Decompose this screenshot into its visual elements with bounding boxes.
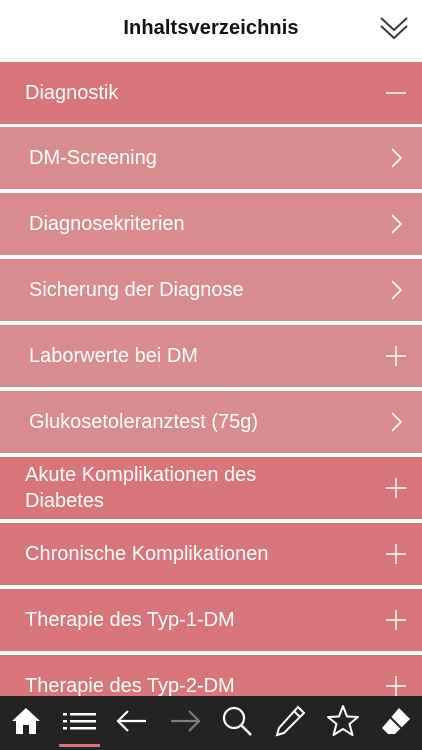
toc-item-label: Therapie des Typ-1-DM (25, 609, 235, 631)
toc-item-label: Laborwerte bei DM (29, 345, 198, 367)
toc-item-label: Sicherung der Diagnose (29, 279, 244, 301)
toc-item-label: Therapie des Typ-2-DM (25, 675, 235, 696)
toc-list: Diagnostik DM-Screening Diagnosekriterie… (0, 59, 422, 696)
toc-section-item[interactable]: Akute Komplikationen des Diabetes (0, 457, 422, 519)
toc-section-item[interactable]: Therapie des Typ-2-DM (0, 655, 422, 696)
back-arrow-icon (115, 704, 149, 743)
chevron-right-icon (384, 212, 408, 236)
plus-icon (384, 476, 408, 500)
forward-arrow-icon (168, 704, 202, 743)
toc-section-item[interactable]: Chronische Komplikationen (0, 523, 422, 585)
toc-section-item[interactable]: Therapie des Typ-1-DM (0, 589, 422, 651)
tab-forward[interactable] (158, 696, 211, 750)
home-icon (9, 704, 43, 743)
page-title: Inhaltsverzeichnis (123, 17, 299, 39)
toc-subitem[interactable]: Diagnosekriterien (0, 193, 422, 255)
toc-subitem[interactable]: Sicherung der Diagnose (0, 259, 422, 321)
tab-eraser[interactable] (369, 696, 422, 750)
plus-icon (384, 542, 408, 566)
tab-back[interactable] (106, 696, 159, 750)
tab-search[interactable] (211, 696, 264, 750)
double-chevron-down-icon[interactable] (378, 14, 410, 44)
chevron-right-icon (384, 278, 408, 302)
toc-item-label: Diagnostik (25, 82, 119, 104)
bottom-toolbar (0, 696, 422, 750)
plus-icon (384, 344, 408, 368)
toc-item-label: Chronische Komplikationen (25, 543, 269, 565)
toc-section-item[interactable]: Diagnostik (0, 62, 422, 124)
tab-contents[interactable] (53, 696, 106, 750)
tab-favorites[interactable] (317, 696, 370, 750)
toc-item-label: Glukosetoleranztest (75g) (29, 411, 259, 433)
tab-notes[interactable] (264, 696, 317, 750)
toc-subitem[interactable]: Laborwerte bei DM (0, 325, 422, 387)
plus-icon (384, 608, 408, 632)
toc-item-label: Akute Komplikationen des Diabetes (25, 464, 257, 512)
chevron-right-icon (384, 146, 408, 170)
toc-item-label: Diagnosekriterien (29, 213, 185, 235)
eraser-icon (379, 704, 413, 743)
tab-home[interactable] (0, 696, 53, 750)
list-icon (62, 704, 97, 743)
toc-subitem[interactable]: DM-Screening (0, 127, 422, 189)
active-tab-indicator (58, 744, 100, 747)
toc-subitem[interactable]: Glukosetoleranztest (75g) (0, 391, 422, 453)
plus-icon (384, 674, 408, 696)
star-icon (326, 704, 360, 743)
minus-icon (384, 81, 408, 105)
toc-item-label: DM-Screening (29, 147, 157, 169)
nav-header: Inhaltsverzeichnis (0, 0, 422, 59)
chevron-right-icon (384, 410, 408, 434)
pencil-icon (273, 704, 307, 743)
search-icon (220, 704, 254, 743)
